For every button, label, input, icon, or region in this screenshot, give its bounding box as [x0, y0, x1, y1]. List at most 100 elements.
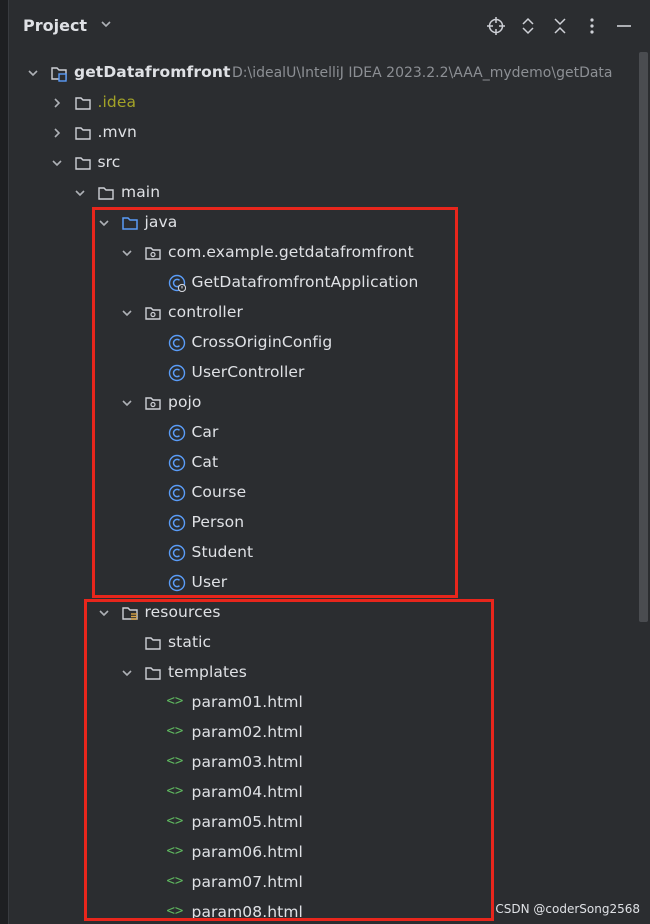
chevron-right-icon[interactable]	[50, 96, 64, 110]
tree-item-label: com.example.getdatafromfront	[168, 243, 414, 261]
chevron-down-icon[interactable]	[97, 216, 111, 230]
panel-title[interactable]: Project	[23, 16, 87, 35]
resources-folder-icon	[121, 607, 138, 620]
tree-item-label: param05.html	[191, 813, 303, 831]
tree-item-label: param02.html	[191, 723, 303, 741]
tree-item-label: param07.html	[191, 873, 303, 891]
chevron-down-icon[interactable]	[97, 606, 111, 620]
html-file-icon: <>	[166, 873, 184, 889]
module-path: D:\idealU\IntelliJ IDEA 2023.2.2\AAA_myd…	[232, 65, 613, 81]
folder-icon	[145, 667, 161, 680]
tree-item-label: Cat	[191, 453, 219, 471]
folder-icon	[74, 157, 91, 170]
tree-item-label: Person	[191, 513, 245, 531]
tree-item-label: Car	[191, 423, 219, 441]
html-file-icon: <>	[166, 843, 184, 859]
class-icon	[168, 334, 185, 352]
folder-icon	[145, 637, 161, 650]
package-icon	[145, 247, 161, 260]
scrollbar-thumb[interactable]	[639, 52, 648, 622]
tree-row[interactable]: com.example.getdatafromfront	[8, 238, 638, 268]
tree-row[interactable]: static	[8, 628, 638, 658]
tree-row[interactable]: <> param05.html	[8, 808, 638, 838]
expand-collapse-icon[interactable]	[518, 16, 538, 36]
minimize-icon[interactable]	[614, 16, 634, 36]
crosshair-icon[interactable]	[486, 16, 506, 36]
chevron-down-icon[interactable]	[120, 666, 134, 680]
tree-row[interactable]: Student	[8, 538, 638, 568]
tree-row[interactable]: <> param03.html	[8, 748, 638, 778]
chevron-down-icon[interactable]	[120, 246, 134, 260]
tree-row[interactable]: <> param04.html	[8, 778, 638, 808]
tree-item-label: templates	[168, 663, 247, 681]
tree-row[interactable]: <> param02.html	[8, 718, 638, 748]
tree-row[interactable]: controller	[8, 298, 638, 328]
tree-row[interactable]: Car	[8, 418, 638, 448]
tree-row[interactable]: <> param07.html	[8, 868, 638, 898]
class-icon	[168, 484, 185, 502]
package-icon	[145, 307, 161, 320]
html-file-icon: <>	[166, 723, 184, 739]
tree-row[interactable]: pojo	[8, 388, 638, 418]
tree-row[interactable]: <> param06.html	[8, 838, 638, 868]
tree-row[interactable]: CrossOriginConfig	[8, 328, 638, 358]
spring-class-icon	[168, 274, 186, 292]
tree-row[interactable]: .idea	[8, 88, 638, 118]
tree-item-label: .idea	[97, 93, 137, 111]
tree-item-label: getDatafromfront	[74, 63, 231, 81]
html-file-icon: <>	[166, 813, 184, 829]
tree-item-label: UserController	[191, 363, 305, 381]
chevron-down-icon[interactable]	[73, 186, 87, 200]
chevron-down-icon[interactable]	[120, 396, 134, 410]
tree-row[interactable]: Person	[8, 508, 638, 538]
tree-item-label: param04.html	[191, 783, 303, 801]
tree-row[interactable]: UserController	[8, 358, 638, 388]
chevron-down-icon[interactable]	[26, 66, 40, 80]
package-icon	[145, 397, 161, 410]
tree-row[interactable]: GetDatafromfrontApplication	[8, 268, 638, 298]
folder-icon	[98, 187, 114, 200]
tree-item-label: CrossOriginConfig	[191, 333, 333, 351]
tree-item-label: controller	[168, 303, 243, 321]
tree-item-label: src	[97, 153, 121, 171]
html-file-icon: <>	[166, 693, 184, 709]
tree-row[interactable]: User	[8, 568, 638, 598]
tree-row[interactable]: Cat	[8, 448, 638, 478]
chevron-right-icon[interactable]	[50, 126, 64, 140]
folder-icon	[74, 127, 91, 140]
tree-row[interactable]: Course	[8, 478, 638, 508]
tree-item-label: param01.html	[191, 693, 303, 711]
html-file-icon: <>	[166, 753, 184, 769]
tree-row[interactable]: java	[8, 208, 638, 238]
collapse-all-icon[interactable]	[550, 16, 570, 36]
tree-item-label: pojo	[168, 393, 202, 411]
tree-row[interactable]: <> param01.html	[8, 688, 638, 718]
chevron-down-icon[interactable]	[50, 156, 64, 170]
class-icon	[168, 364, 185, 382]
tree-row[interactable]: getDatafromfront D:\idealU\IntelliJ IDEA …	[8, 58, 638, 88]
class-icon	[168, 544, 185, 562]
watermark: CSDN @coderSong2568	[495, 902, 640, 916]
tree-row[interactable]: templates	[8, 658, 638, 688]
chevron-down-icon[interactable]	[99, 17, 113, 31]
kebab-menu-icon[interactable]	[582, 16, 602, 36]
folder-icon	[74, 97, 91, 110]
class-icon	[168, 514, 185, 532]
tree-item-label: Course	[191, 483, 247, 501]
tree-item-label: param06.html	[191, 843, 303, 861]
project-header: Project	[8, 0, 650, 52]
tree-item-label: .mvn	[97, 123, 137, 141]
tree-row[interactable]: src	[8, 148, 638, 178]
tree-item-label: resources	[144, 603, 221, 621]
tree-row[interactable]: .mvn	[8, 118, 638, 148]
tree-item-label: User	[191, 573, 228, 591]
chevron-down-icon[interactable]	[120, 306, 134, 320]
source-folder-icon	[121, 217, 138, 230]
class-icon	[168, 424, 185, 442]
tree-row[interactable]: main	[8, 178, 638, 208]
tree-item-label: java	[144, 213, 178, 231]
tree-item-label: main	[121, 183, 161, 201]
tree-row[interactable]: resources	[8, 598, 638, 628]
tree-item-label: static	[168, 633, 212, 651]
html-file-icon: <>	[166, 903, 184, 919]
